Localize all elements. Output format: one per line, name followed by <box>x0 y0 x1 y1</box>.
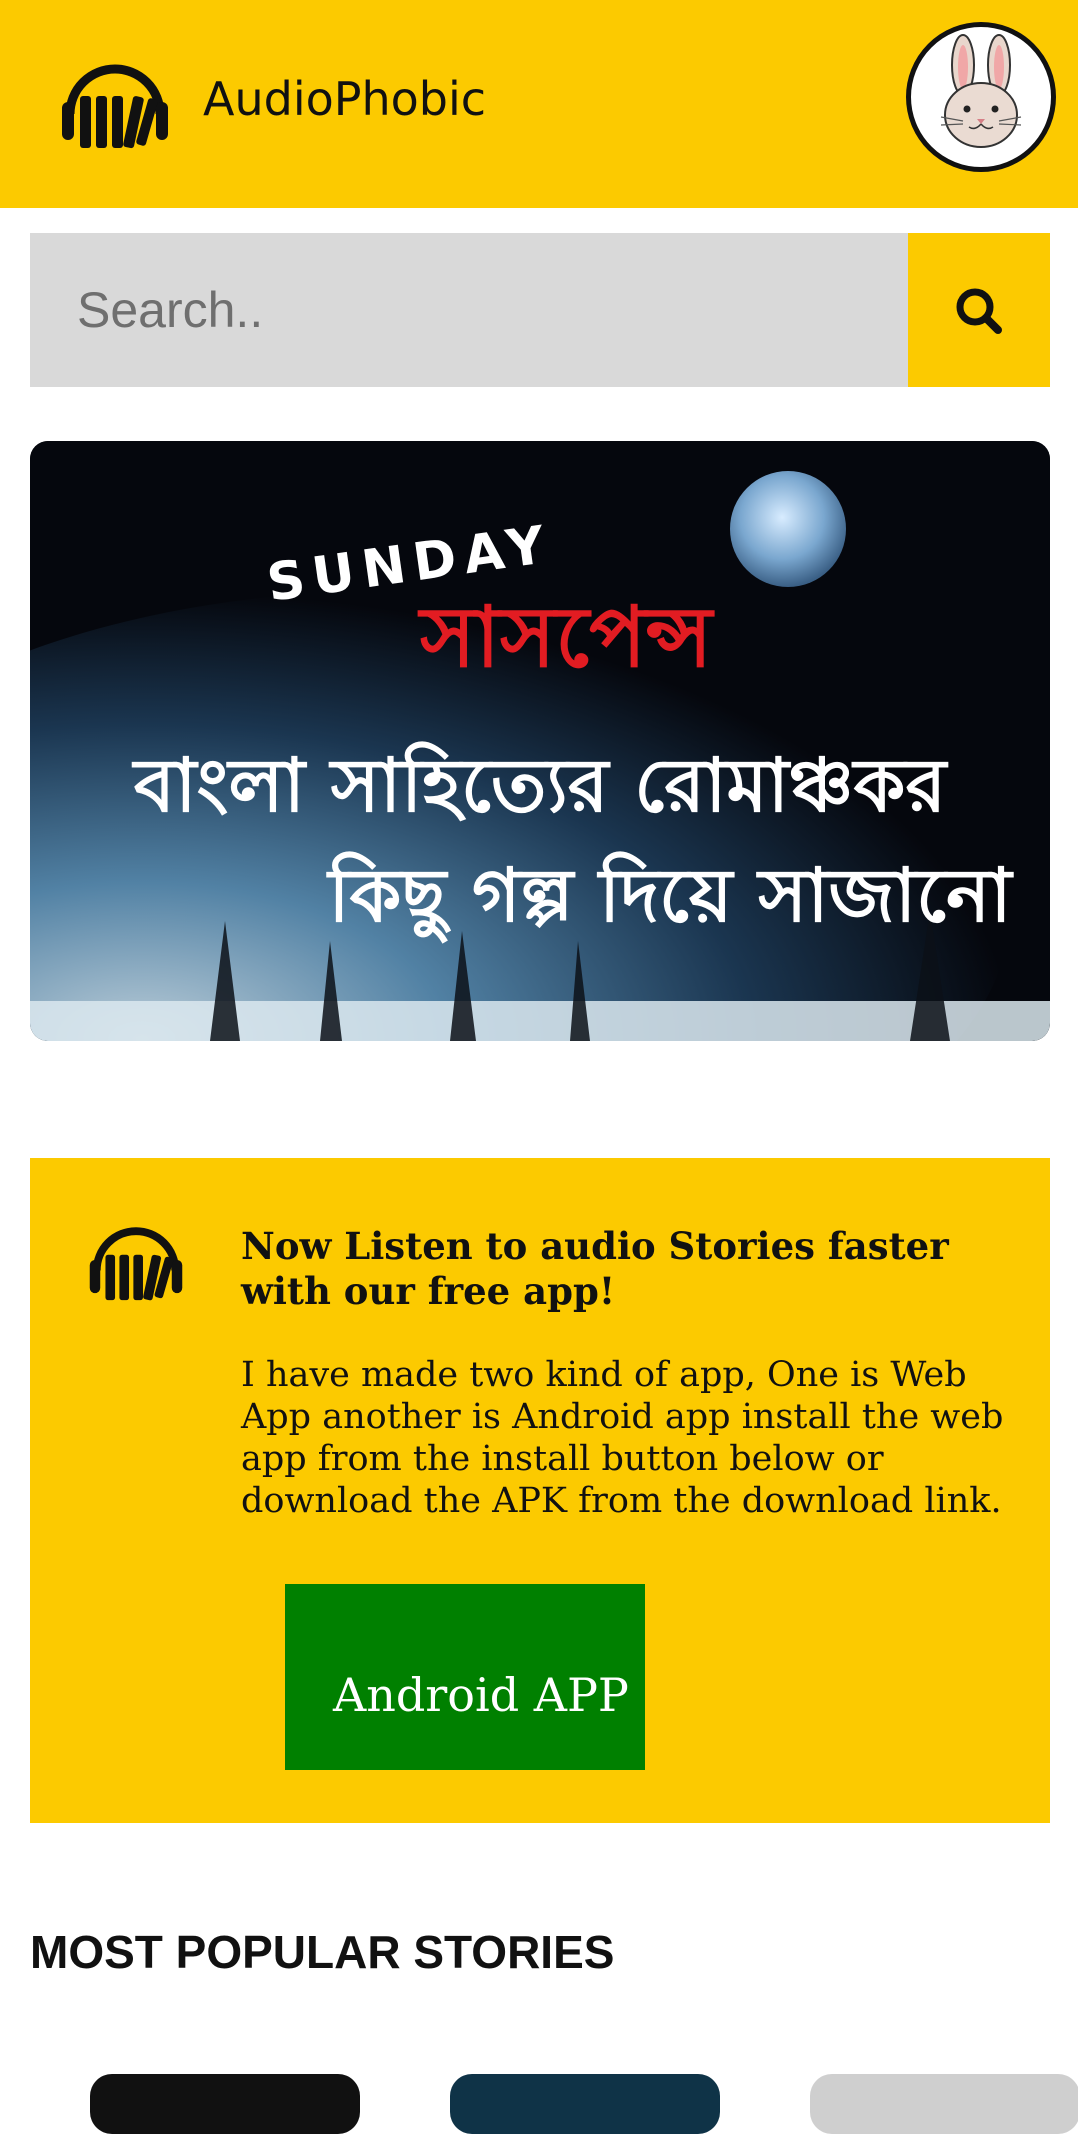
app-header: AudioPhobic <box>0 0 1078 208</box>
banner-line-2: কিছু গল্প দিয়ে সাজানো <box>325 850 1014 944</box>
promo-title: Now Listen to audio Stories faster with … <box>241 1224 949 1313</box>
featured-banner[interactable]: SUNDAY সাসপেন্স বাংলা সাহিত্যের রোমাঞ্চক… <box>30 441 1050 1041</box>
brand-name[interactable]: AudioPhobic <box>203 72 486 126</box>
headphones-icon <box>89 1227 183 1301</box>
rabbit-avatar-icon <box>940 34 1022 148</box>
section-title-popular: MOST POPULAR STORIES <box>30 1926 615 1978</box>
banner-artwork: SUNDAY সাসপেন্স বাংলা সাহিত্যের রোমাঞ্চক… <box>30 441 1050 1041</box>
search-icon <box>956 288 1002 334</box>
headphones-icon[interactable] <box>60 52 170 152</box>
story-card[interactable] <box>450 2074 720 2134</box>
android-app-button[interactable]: Android APP <box>285 1584 645 1770</box>
user-avatar[interactable] <box>906 22 1056 172</box>
story-card[interactable] <box>810 2074 1078 2134</box>
banner-line-1: বাংলা সাহিত্যের রোমাঞ্চকর <box>131 740 949 829</box>
search-input[interactable] <box>30 233 908 387</box>
app-promo-box: Now Listen to audio Stories faster with … <box>30 1158 1050 1823</box>
search-bar <box>30 233 1050 387</box>
promo-description: I have made two kind of app, One is Web … <box>241 1355 1004 1521</box>
search-button[interactable] <box>908 233 1050 387</box>
story-card[interactable] <box>90 2074 360 2134</box>
banner-suspense-text: সাসপেন্স <box>417 588 715 686</box>
